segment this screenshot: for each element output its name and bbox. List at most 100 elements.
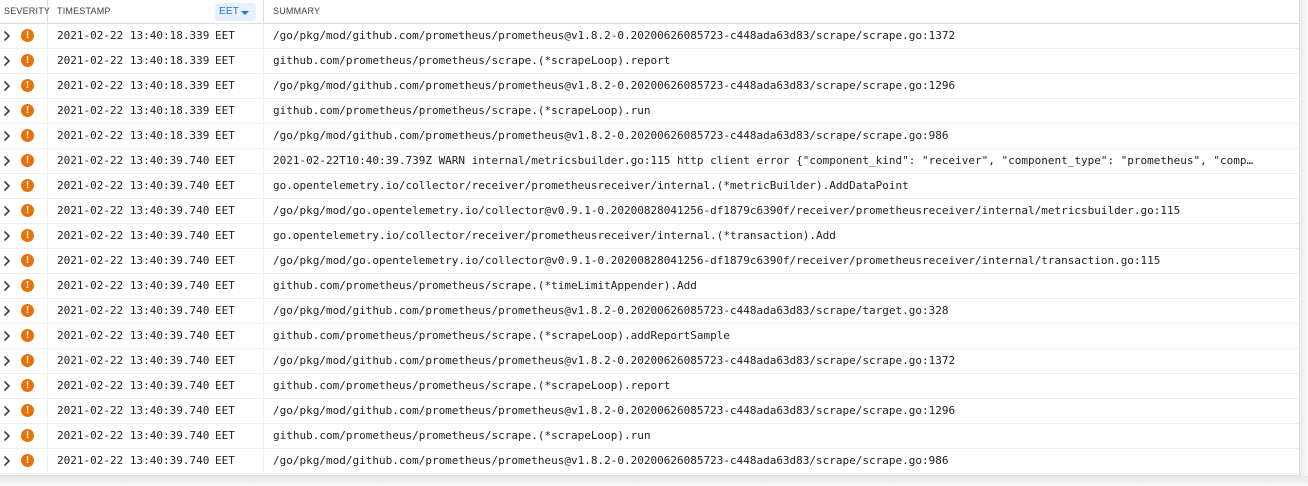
log-row[interactable]: ! 2021-02-22 13:40:39.740 EET github.com/pr…	[0, 374, 1299, 399]
severity-cell: !	[0, 149, 48, 173]
log-timezone: EET	[215, 204, 235, 217]
log-summary: github.com/prometheus/prometheus/scrape.…	[273, 279, 697, 292]
timestamp-cell: 2021-02-22 13:40:18.339 EET	[48, 124, 264, 148]
log-timezone: EET	[215, 29, 235, 42]
log-timezone: EET	[215, 54, 235, 67]
warning-icon: !	[21, 79, 34, 92]
timestamp-cell: 2021-02-22 13:40:18.339 EET	[48, 24, 264, 48]
warning-icon: !	[21, 179, 34, 192]
log-row[interactable]: ! 2021-02-22 13:40:18.339 EET/go/pkg/mod/g…	[0, 24, 1299, 49]
chevron-right-icon[interactable]	[3, 280, 11, 292]
chevron-right-icon[interactable]	[3, 230, 11, 242]
chevron-right-icon[interactable]	[3, 105, 11, 117]
log-timestamp: 2021-02-22 13:40:39.740	[57, 304, 210, 317]
severity-cell: !	[0, 199, 48, 223]
severity-cell: !	[0, 399, 48, 423]
chevron-right-icon[interactable]	[3, 430, 11, 442]
log-table: SEVERITY TIMESTAMP EET SUMMARY ! 2021-02-…	[0, 0, 1300, 476]
warning-icon: !	[21, 329, 34, 342]
log-summary: github.com/prometheus/prometheus/scrape.…	[273, 429, 651, 442]
log-row[interactable]: ! 2021-02-22 13:40:39.740 EET/go/pkg/mod/g…	[0, 349, 1299, 374]
log-row[interactable]: ! 2021-02-22 13:40:39.740 EET github.com/pr…	[0, 274, 1299, 299]
chevron-right-icon[interactable]	[3, 380, 11, 392]
warning-icon: !	[21, 204, 34, 217]
log-timezone: EET	[215, 104, 235, 117]
log-row[interactable]: ! 2021-02-22 13:40:39.740 EET/go/pkg/mod/g…	[0, 249, 1299, 274]
chevron-right-icon[interactable]	[3, 55, 11, 67]
log-row[interactable]: ! 2021-02-22 13:40:39.740 EET/go/pkg/mod/g…	[0, 399, 1299, 424]
log-summary: /go/pkg/mod/go.opentelemetry.io/collecto…	[273, 204, 1181, 217]
log-timestamp: 2021-02-22 13:40:18.339	[57, 29, 210, 42]
timestamp-cell: 2021-02-22 13:40:39.740 EET	[48, 324, 264, 348]
timestamp-cell: 2021-02-22 13:40:39.740 EET	[48, 199, 264, 223]
log-row[interactable]: ! 2021-02-22 13:40:18.339 EET/go/pkg/mod/g…	[0, 124, 1299, 149]
log-timestamp: 2021-02-22 13:40:39.740	[57, 404, 210, 417]
timestamp-cell: 2021-02-22 13:40:39.740 EET	[48, 249, 264, 273]
log-row[interactable]: ! 2021-02-22 13:40:39.740 EET go.openteleme…	[0, 224, 1299, 249]
log-summary: go.opentelemetry.io/collector/receiver/p…	[273, 229, 836, 242]
chevron-right-icon[interactable]	[3, 205, 11, 217]
log-timestamp: 2021-02-22 13:40:39.740	[57, 154, 210, 167]
chevron-right-icon[interactable]	[3, 80, 11, 92]
panel-edge	[1300, 0, 1308, 486]
timestamp-cell: 2021-02-22 13:40:39.740 EET	[48, 349, 264, 373]
log-row[interactable]: ! 2021-02-22 13:40:39.740 EET/go/pkg/mod/g…	[0, 199, 1299, 224]
log-timestamp: 2021-02-22 13:40:39.740	[57, 179, 210, 192]
severity-cell: !	[0, 374, 48, 398]
log-timezone: EET	[215, 429, 235, 442]
chevron-right-icon[interactable]	[3, 180, 11, 192]
log-timestamp: 2021-02-22 13:40:39.740	[57, 329, 210, 342]
chevron-right-icon[interactable]	[3, 330, 11, 342]
severity-cell: !	[0, 99, 48, 123]
log-summary: go.opentelemetry.io/collector/receiver/p…	[273, 179, 909, 192]
log-timestamp: 2021-02-22 13:40:39.740	[57, 204, 210, 217]
log-timestamp: 2021-02-22 13:40:39.740	[57, 254, 210, 267]
log-timezone: EET	[215, 279, 235, 292]
log-timezone: EET	[215, 404, 235, 417]
chevron-right-icon[interactable]	[3, 355, 11, 367]
timestamp-cell: 2021-02-22 13:40:39.740 EET	[48, 274, 264, 298]
log-timestamp: 2021-02-22 13:40:39.740	[57, 279, 210, 292]
log-row[interactable]: ! 2021-02-22 13:40:39.740 EET github.com/pr…	[0, 424, 1299, 449]
table-header: SEVERITY TIMESTAMP EET SUMMARY	[0, 0, 1299, 24]
log-row[interactable]: ! 2021-02-22 13:40:18.339 EET github.com/pr…	[0, 99, 1299, 124]
severity-cell: !	[0, 299, 48, 323]
warning-icon: !	[21, 154, 34, 167]
severity-cell: !	[0, 24, 48, 48]
log-row[interactable]: ! 2021-02-22 13:40:18.339 EET github.com/pr…	[0, 49, 1299, 74]
log-row[interactable]: ! 2021-02-22 13:40:18.339 EET/go/pkg/mod/g…	[0, 74, 1299, 99]
log-summary: /go/pkg/mod/github.com/prometheus/promet…	[273, 129, 949, 142]
log-row[interactable]: ! 2021-02-22 13:40:39.740 EET go.openteleme…	[0, 174, 1299, 199]
chevron-right-icon[interactable]	[3, 305, 11, 317]
warning-icon: !	[21, 354, 34, 367]
chevron-right-icon[interactable]	[3, 455, 11, 467]
warning-icon: !	[21, 129, 34, 142]
timestamp-cell: 2021-02-22 13:40:39.740 EET	[48, 449, 264, 473]
chevron-right-icon[interactable]	[3, 405, 11, 417]
chevron-right-icon[interactable]	[3, 30, 11, 42]
warning-icon: !	[21, 379, 34, 392]
timestamp-cell: 2021-02-22 13:40:18.339 EET	[48, 74, 264, 98]
log-row[interactable]: ! 2021-02-22 13:40:39.740 EET/go/pkg/mod/g…	[0, 449, 1299, 474]
timestamp-cell: 2021-02-22 13:40:39.740 EET	[48, 374, 264, 398]
warning-icon: !	[21, 304, 34, 317]
chevron-right-icon[interactable]	[3, 155, 11, 167]
log-row[interactable]: ! 2021-02-22 13:40:39.740 EET 2021-02-22T10…	[0, 149, 1299, 174]
log-row[interactable]: ! 2021-02-22 13:40:39.740 EET github.com/pr…	[0, 324, 1299, 349]
chevron-right-icon[interactable]	[3, 255, 11, 267]
log-timezone: EET	[215, 329, 235, 342]
log-row[interactable]: ! 2021-02-22 13:40:39.740 EET/go/pkg/mod/g…	[0, 299, 1299, 324]
timestamp-cell: 2021-02-22 13:40:39.740 EET	[48, 424, 264, 448]
warning-icon: !	[21, 279, 34, 292]
log-summary: /go/pkg/mod/github.com/prometheus/promet…	[273, 29, 956, 42]
column-header-severity[interactable]: SEVERITY	[0, 0, 50, 23]
column-header-summary[interactable]: SUMMARY	[264, 0, 1299, 23]
timestamp-cell: 2021-02-22 13:40:39.740 EET	[48, 299, 264, 323]
chevron-right-icon[interactable]	[3, 130, 11, 142]
timestamp-cell: 2021-02-22 13:40:39.740 EET	[48, 224, 264, 248]
log-summary: github.com/prometheus/prometheus/scrape.…	[273, 104, 651, 117]
timezone-dropdown[interactable]: EET	[215, 3, 256, 21]
log-summary: 2021-02-22T10:40:39.739Z WARN internal/m…	[273, 154, 1254, 167]
log-timestamp: 2021-02-22 13:40:39.740	[57, 429, 210, 442]
log-timezone: EET	[215, 254, 235, 267]
